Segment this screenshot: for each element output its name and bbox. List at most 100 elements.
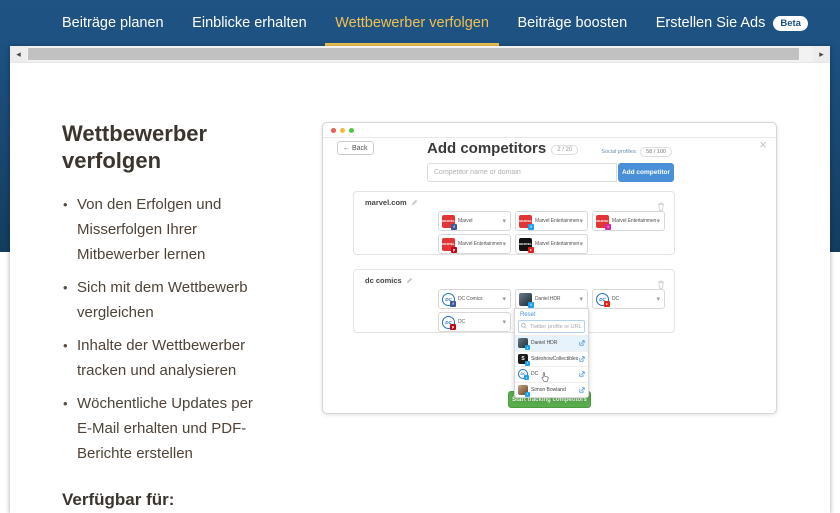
top-navigation: Beiträge planen Einblicke erhalten Wettb… <box>0 0 840 46</box>
tab-label: Einblicke erhalten <box>192 15 307 31</box>
edit-icon[interactable] <box>411 199 418 206</box>
chevron-down-icon: ▾ <box>656 296 660 303</box>
twitter-badge-icon: t <box>525 360 530 366</box>
social-profiles-badge: 58 / 100 <box>640 147 672 157</box>
tab-label: Beiträge planen <box>62 15 164 31</box>
left-arrow-icon: ◂ <box>16 48 21 59</box>
tab-label: Erstellen Sie Ads <box>655 15 766 31</box>
back-button[interactable]: ← Back <box>337 141 374 155</box>
youtube-badge-icon: ▸ <box>604 300 610 307</box>
youtube-badge-icon: ▸ <box>528 246 534 253</box>
profile-select[interactable]: p Marvel Entertainment ▾ <box>438 234 511 254</box>
social-profiles-counter: Social profiles: 58 / 100 <box>601 147 672 157</box>
profile-select[interactable]: ▸ DC ▾ <box>592 289 665 309</box>
feature-description: Wettbewerber verfolgen Von den Erfolgen … <box>62 120 320 513</box>
chevron-down-icon: ▾ <box>502 319 506 326</box>
content-panel: ◂ ▸ Wettbewerber verfolgen Von den Erfol… <box>10 46 830 513</box>
close-icon[interactable]: × <box>759 137 767 152</box>
profile-search-wrap <box>515 320 588 333</box>
search-icon <box>521 323 527 329</box>
chevron-down-icon: ▾ <box>502 296 506 303</box>
facebook-badge-icon: f <box>451 223 457 230</box>
group-name: marvel.com <box>365 198 418 207</box>
competitor-search-input[interactable] <box>427 163 617 182</box>
dropdown-item-daniel-hdr[interactable]: t Daniel HDR <box>515 335 588 351</box>
profile-select[interactable]: t Marvel Entertainment ▾ <box>515 211 588 231</box>
chevron-down-icon: ▾ <box>579 296 583 303</box>
dialog-title: Add competitors 2 / 20 <box>427 140 579 157</box>
twitter-badge-icon: t <box>525 345 530 351</box>
scroll-left-button[interactable]: ◂ <box>10 46 27 62</box>
profile-select[interactable]: p DC ▾ <box>438 312 511 332</box>
page-title: Wettbewerber verfolgen <box>62 121 208 173</box>
external-link-icon[interactable] <box>579 371 585 377</box>
external-link-icon[interactable] <box>579 356 585 362</box>
reset-link[interactable]: Reset <box>515 309 588 320</box>
competitor-count-badge: 2 / 20 <box>551 145 579 155</box>
marvel-black-avatar: ▸ <box>519 237 534 253</box>
chevron-down-icon: ▾ <box>502 218 506 225</box>
group-name: dc comics <box>365 276 413 285</box>
daniel-hdr-avatar: t <box>518 338 530 351</box>
profile-select[interactable]: f Marvel ▾ <box>438 211 511 231</box>
available-for-label: Verfügbar für: <box>62 490 175 509</box>
edit-icon[interactable] <box>406 277 413 284</box>
external-link-icon[interactable] <box>579 387 585 393</box>
chevron-down-icon: ▾ <box>579 241 583 248</box>
profile-dropdown-panel: Reset t Daniel HDR t SideshowCollectible… <box>514 308 589 398</box>
marvel-avatar: f <box>442 214 457 230</box>
twitter-badge-icon: t <box>524 375 529 381</box>
twitter-badge-icon: t <box>528 223 534 230</box>
tab-einblicke-erhalten[interactable]: Einblicke erhalten <box>182 0 316 46</box>
profile-select[interactable]: i Marvel Entertainment ▾ <box>592 211 665 231</box>
bullet-item: Sich mit dem Wettbewerb vergleichen <box>62 275 258 325</box>
profile-select[interactable]: f DC Comics ▾ <box>438 289 511 309</box>
sideshow-avatar: t <box>518 353 530 366</box>
twitter-badge-icon: t <box>525 391 530 397</box>
profile-search-input[interactable] <box>518 320 585 333</box>
competitor-group-marvel: marvel.com f Marvel ▾ t Marvel Entertain… <box>353 191 675 255</box>
twitter-badge-icon: t <box>528 301 534 308</box>
bullet-item: Von den Erfolgen und Misserfolgen Ihrer … <box>62 192 258 267</box>
tab-wettbewerber-verfolgen[interactable]: Wettbewerber verfolgen <box>325 0 499 46</box>
tab-beitraege-boosten[interactable]: Beiträge boosten <box>508 0 638 46</box>
feature-screenshot: ← Back × Add competitors 2 / 20 Social pr… <box>322 122 777 414</box>
tab-beitraege-planen[interactable]: Beiträge planen <box>52 0 174 46</box>
traffic-light-green-icon <box>349 127 354 133</box>
horizontal-scrollbar[interactable]: ◂ ▸ <box>10 46 830 63</box>
marvel-avatar: t <box>519 214 534 230</box>
scrollbar-track[interactable] <box>27 46 813 62</box>
dropdown-item-dc[interactable]: t DC <box>515 366 588 382</box>
pinterest-badge-icon: p <box>451 246 457 253</box>
scroll-right-button[interactable]: ▸ <box>813 46 830 62</box>
instagram-badge-icon: i <box>605 223 611 230</box>
daniel-hdr-avatar: t <box>519 292 534 308</box>
chevron-down-icon: ▾ <box>656 218 660 225</box>
traffic-light-red-icon <box>331 127 336 133</box>
bullet-item: Inhalte der Wettbewerber tracken und ana… <box>62 333 258 383</box>
feature-bullet-list: Von den Erfolgen und Misserfolgen Ihrer … <box>62 192 258 466</box>
beta-badge: Beta <box>773 15 808 31</box>
external-link-icon[interactable] <box>579 340 585 346</box>
dropdown-item-simon-bowland[interactable]: t Simon Bowland <box>515 381 588 398</box>
dropdown-item-sideshowcollectibles[interactable]: t SideshowCollectibles <box>515 350 588 367</box>
scrollbar-thumb[interactable] <box>28 48 799 60</box>
profile-select[interactable]: ▸ Marvel Entertainment ▾ <box>515 234 588 254</box>
browser-titlebar <box>323 123 776 138</box>
profile-select-open[interactable]: t Daniel HDR ▾ <box>515 289 588 309</box>
marvel-avatar: i <box>596 214 611 230</box>
add-competitor-button[interactable]: Add competitor <box>618 163 674 182</box>
traffic-light-yellow-icon <box>340 127 345 133</box>
chevron-down-icon: ▾ <box>579 218 583 225</box>
marvel-avatar: p <box>442 237 457 253</box>
tab-label: Beiträge boosten <box>517 15 628 31</box>
pinterest-badge-icon: p <box>450 323 456 330</box>
chevron-down-icon: ▾ <box>502 241 506 248</box>
tab-erstellen-sie-ads[interactable]: Erstellen Sie Ads Beta <box>646 0 818 46</box>
facebook-badge-icon: f <box>450 300 456 307</box>
dc-avatar: f <box>442 292 456 307</box>
add-competitors-dialog: ← Back × Add competitors 2 / 20 Social pr… <box>323 137 776 414</box>
right-arrow-icon: ▸ <box>819 48 824 59</box>
tab-label: Wettbewerber verfolgen <box>335 15 489 31</box>
dc-avatar: p <box>442 315 456 330</box>
